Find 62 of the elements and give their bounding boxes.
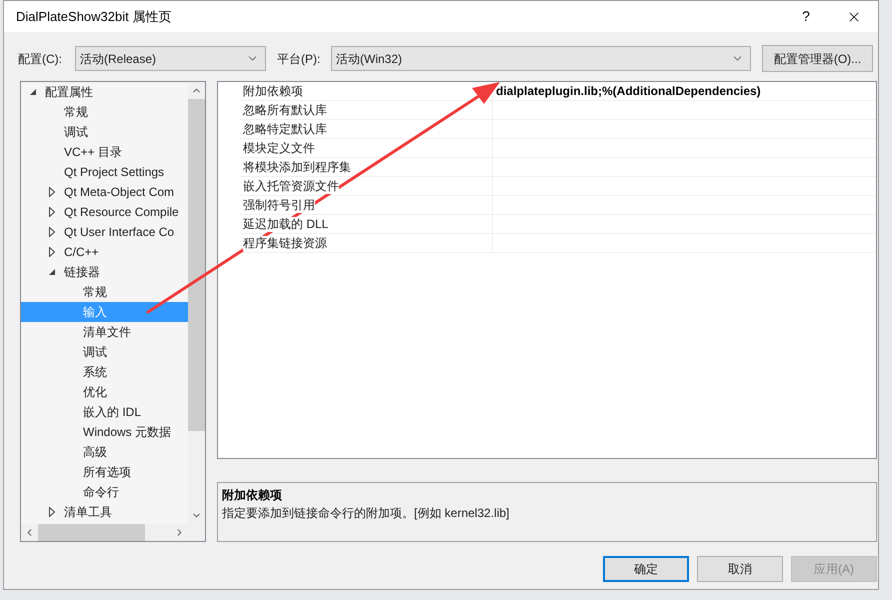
property-value-field[interactable] [492,101,876,120]
property-value-field[interactable] [492,234,876,253]
property-name[interactable]: 模块定义文件 [243,140,315,156]
property-value-field[interactable] [492,196,876,215]
property-value-field[interactable] [492,120,876,139]
property-value-field[interactable] [492,139,876,158]
property-value-field[interactable] [492,177,876,196]
tree-item[interactable]: VC++ 目录 [21,142,188,162]
configuration-label: 配置(C): [18,50,63,68]
property-name[interactable]: 强制符号引用 [243,198,315,212]
tree-item[interactable]: C/C++ [21,242,188,262]
tree-item[interactable]: 命令行 [21,482,188,502]
tree-item[interactable]: 清单文件 [21,322,188,342]
dialog-button[interactable]: 取消 [697,556,783,582]
configuration-manager-button[interactable]: 配置管理器(O)... [762,45,873,72]
dropdown-value: 活动(Release) [80,50,156,68]
tree-item[interactable]: Qt Resource Compile [21,202,188,222]
help-button[interactable]: ? [788,2,824,30]
property-value-field[interactable] [492,215,876,234]
property-value-field[interactable] [492,158,876,177]
window-title: DialPlateShow32bit 属性页 [16,8,172,26]
dialog-button[interactable]: 确定 [603,556,689,582]
property-name[interactable]: 嵌入托管资源文件 [243,178,339,194]
platform-label: 平台(P): [277,50,322,68]
tree-item[interactable]: 调试 [21,122,188,142]
tree-item[interactable]: Qt Project Settings [21,162,188,182]
tree-item[interactable]: Qt User Interface Co [21,222,188,242]
scrollbar-thumb[interactable] [188,99,205,431]
tree-item[interactable]: 高级 [21,442,188,462]
property-name[interactable]: 忽略特定默认库 [243,122,327,136]
tree-item[interactable]: 常规 [21,282,188,302]
description-text: 指定要添加到链接命令行的附加项。[例如 kernel32.lib] [222,505,510,522]
tree-item[interactable]: Qt Meta-Object Com [21,182,188,202]
tree-item[interactable]: 配置属性 [21,82,188,102]
expanded-arrow-icon[interactable] [30,89,36,95]
tree-item[interactable]: 优化 [21,382,188,402]
property-name[interactable]: 延迟加载的 DLL [243,216,328,232]
expanded-arrow-icon[interactable] [49,269,55,275]
collapsed-arrow-icon[interactable] [49,207,55,217]
dropdown-field[interactable]: 活动(Release) [75,46,266,71]
vertical-scrollbar[interactable] [188,82,205,524]
dropdown-value: 活动(Win32) [336,50,402,68]
tree-item[interactable]: 链接器 [21,262,188,282]
description-title: 附加依赖项 [222,487,283,504]
collapsed-arrow-icon[interactable] [49,227,55,237]
tree-item[interactable]: 清单工具 [21,502,188,522]
tree-item[interactable]: 系统 [21,362,188,382]
property-name[interactable]: 附加依赖项 [243,84,303,98]
collapsed-arrow-icon[interactable] [49,187,55,197]
property-name[interactable]: 忽略所有默认库 [243,102,327,118]
tree-item[interactable]: 调试 [21,342,188,362]
tree-item[interactable]: 所有选项 [21,462,188,482]
tree-item[interactable]: 常规 [21,102,188,122]
collapsed-arrow-icon[interactable] [49,507,55,517]
horizontal-scrollbar[interactable] [21,524,188,541]
collapsed-arrow-icon[interactable] [49,247,55,257]
scrollbar-thumb[interactable] [38,524,145,541]
property-name[interactable]: 程序集链接资源 [243,236,327,250]
tree-item[interactable]: 嵌入的 IDL [21,402,188,422]
dropdown-field[interactable]: 活动(Win32) [331,46,751,71]
tree-item[interactable]: Windows 元数据 [21,422,188,442]
property-name[interactable]: 将模块添加到程序集 [243,160,351,174]
